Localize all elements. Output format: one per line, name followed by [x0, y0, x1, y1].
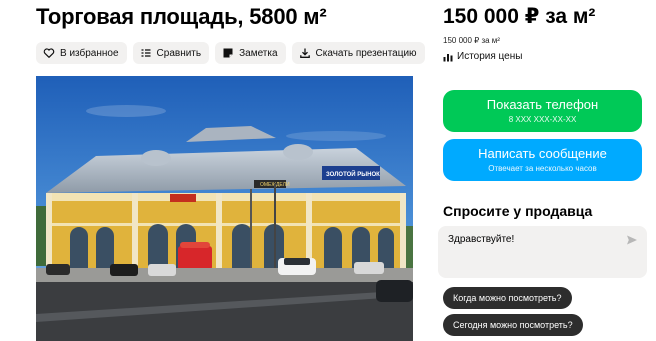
write-message-button[interactable]: Написать сообщение Отвечает за несколько… — [443, 139, 642, 181]
heart-icon — [43, 47, 55, 59]
show-phone-label: Показать телефон — [486, 97, 599, 112]
price: 150 000 ₽ за м² — [443, 5, 596, 28]
price-history-link[interactable]: История цены — [443, 51, 522, 62]
phone-mask: 8 XXX XXX-XX-XX — [508, 115, 577, 124]
quick-question-1[interactable]: Когда можно посмотреть? — [443, 287, 572, 309]
note-button[interactable]: Заметка — [215, 42, 286, 64]
price-per-meter: 150 000 ₽ за м² — [443, 36, 500, 45]
download-presentation-button[interactable]: Скачать презентацию — [291, 42, 425, 64]
message-input[interactable]: Здравствуйте! — [438, 226, 647, 278]
note-icon — [222, 47, 234, 59]
building-sign: ЗОЛОТОЙ РЫНОК — [326, 170, 380, 178]
listing-photo[interactable]: ОМЕЖДЕЛИ ЗОЛОТОЙ РЫНОК — [36, 76, 413, 341]
compare-button[interactable]: Сравнить — [132, 42, 210, 64]
note-label: Заметка — [239, 47, 278, 59]
send-icon[interactable] — [626, 233, 638, 245]
listing-actions: В избранное Сравнить Заметка Скачать пре… — [36, 42, 425, 64]
compare-icon — [140, 47, 152, 59]
write-message-label: Написать сообщение — [478, 146, 607, 161]
download-icon — [299, 47, 311, 59]
download-presentation-label: Скачать презентацию — [315, 47, 417, 59]
show-phone-button[interactable]: Показать телефон 8 XXX XXX-XX-XX — [443, 90, 642, 132]
favorite-button[interactable]: В избранное — [36, 42, 127, 64]
quick-question-2[interactable]: Сегодня можно посмотреть? — [443, 314, 583, 336]
listing-title: Торговая площадь, 5800 м² — [36, 4, 327, 29]
price-history-label: История цены — [457, 51, 523, 62]
bar-chart-icon — [443, 53, 453, 61]
ask-seller-title: Спросите у продавца — [443, 203, 593, 219]
favorite-label: В избранное — [60, 47, 119, 59]
compare-label: Сравнить — [156, 47, 202, 59]
response-time: Отвечает за несколько часов — [488, 164, 597, 173]
